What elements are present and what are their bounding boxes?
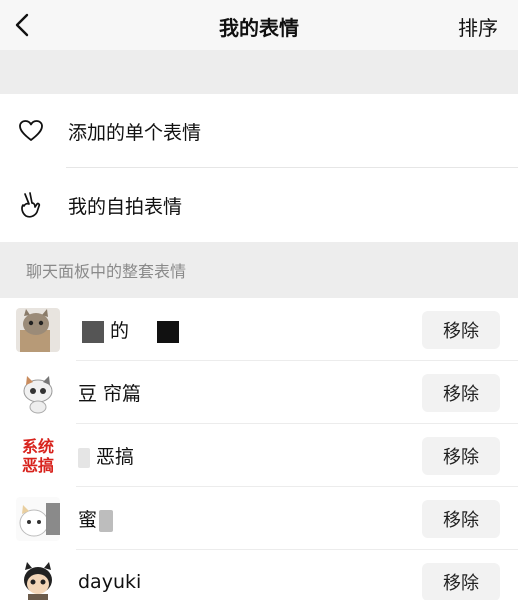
finger-heart-icon	[16, 190, 46, 220]
page-title: 我的表情	[219, 16, 299, 40]
sticker-set-row: 系统恶搞 恶搞 移除	[0, 424, 518, 487]
sticker-set-name: 的	[78, 316, 422, 343]
remove-button[interactable]: 移除	[422, 499, 500, 538]
nav-bar: 我的表情 排序	[0, 0, 518, 50]
sticker-set-name: 豆 帘篇	[78, 383, 142, 405]
sticker-set-thumbnail	[16, 559, 60, 600]
sticker-set-thumbnail	[16, 370, 60, 415]
sort-button[interactable]: 排序	[458, 12, 498, 41]
remove-button[interactable]: 移除	[422, 436, 500, 475]
section-title: 聊天面板中的整套表情	[26, 262, 187, 281]
sticker-set-row: dayuki 移除	[0, 550, 518, 600]
heart-icon	[16, 116, 46, 146]
remove-button[interactable]: 移除	[422, 373, 500, 412]
sticker-set-row: 蜜 移除	[0, 487, 518, 550]
selfie-stickers-label: 我的自拍表情	[68, 195, 183, 218]
sticker-sets-section-header: 聊天面板中的整套表情	[0, 242, 518, 298]
sticker-set-name: 蜜	[78, 505, 422, 532]
sticker-set-name: dayuki	[78, 570, 142, 593]
redaction	[99, 509, 114, 532]
remove-button[interactable]: 移除	[422, 562, 500, 600]
added-single-stickers-label: 添加的单个表情	[68, 121, 202, 144]
selfie-stickers-item[interactable]: 我的自拍表情	[0, 168, 518, 242]
sticker-set-thumbnail: 系统恶搞	[16, 433, 60, 478]
sticker-set-row: 的 移除	[0, 298, 518, 361]
remove-button[interactable]: 移除	[422, 310, 500, 349]
redaction	[82, 320, 104, 343]
redaction	[157, 320, 180, 343]
section-gap	[0, 50, 518, 94]
sticker-set-thumbnail	[16, 496, 60, 541]
added-single-stickers-item[interactable]: 添加的单个表情	[0, 94, 518, 168]
redaction	[78, 447, 90, 468]
sticker-set-name: 恶搞	[78, 442, 422, 469]
sticker-set-thumbnail	[16, 307, 60, 352]
sticker-set-row: 豆 帘篇 移除	[0, 361, 518, 424]
